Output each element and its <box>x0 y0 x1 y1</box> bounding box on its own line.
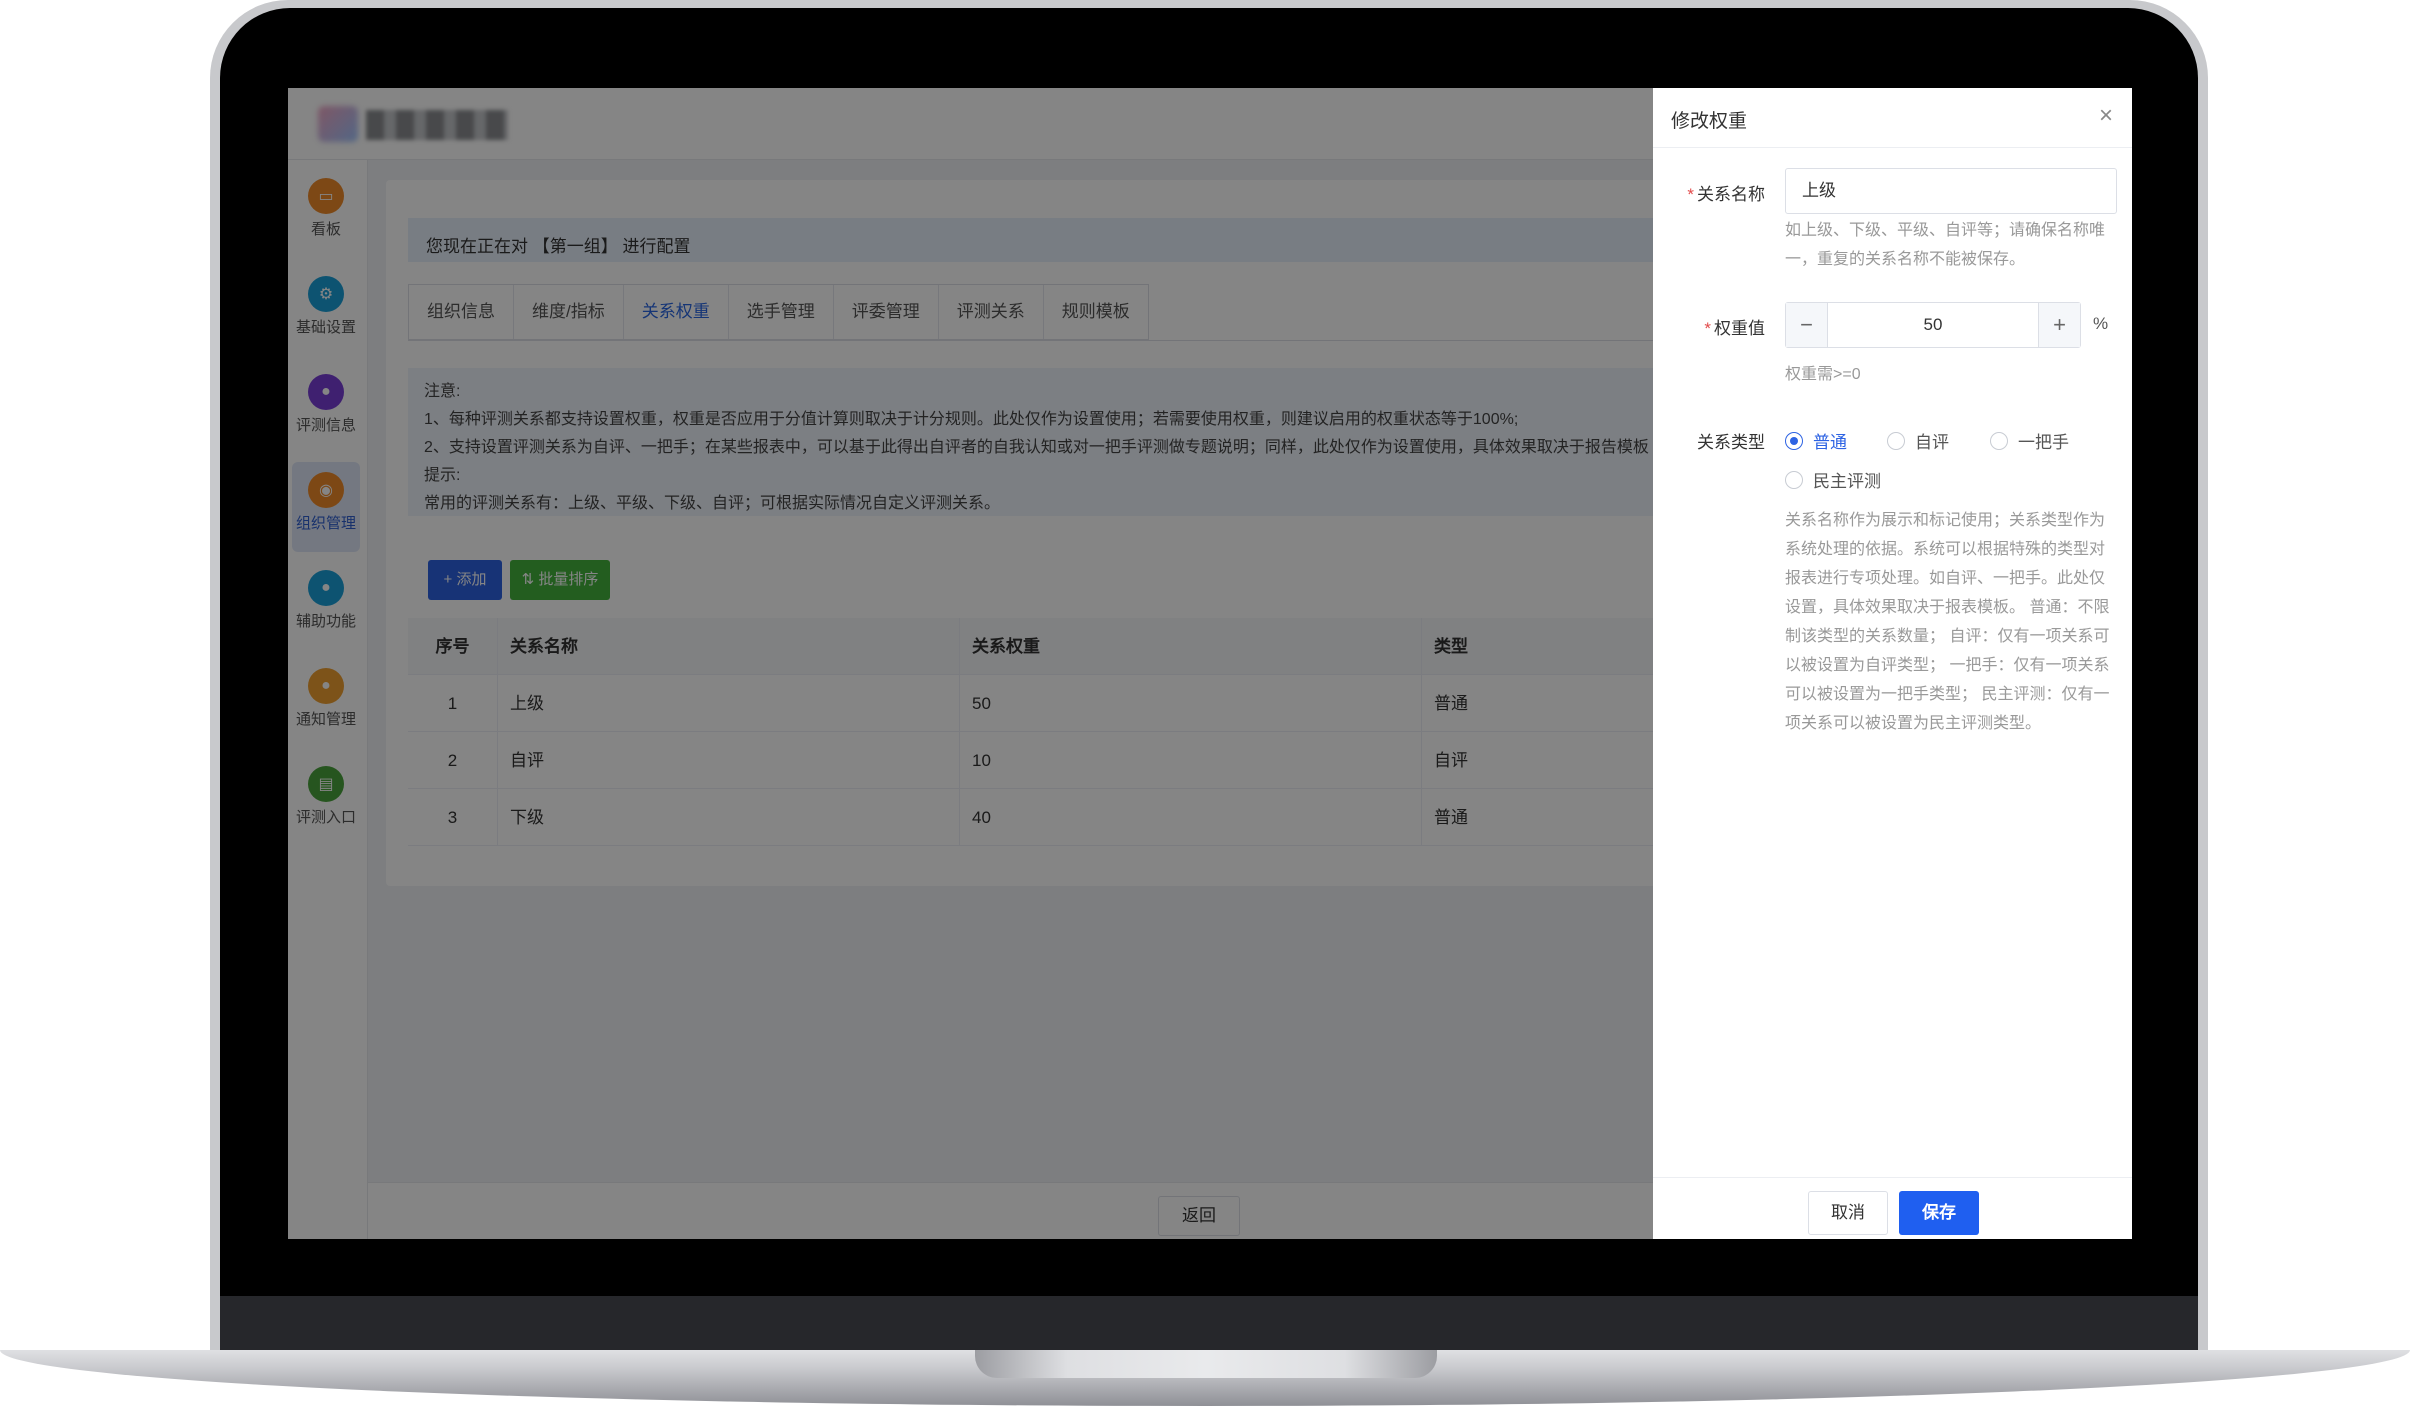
decrement-button[interactable]: − <box>1786 303 1828 347</box>
help-line: 可以被设置为一把手类型； 民主评测：仅有一 <box>1785 686 2110 703</box>
radio-dot <box>1785 470 1803 489</box>
help-line: 以被设置为自评类型； 一把手：仅有一项关系 <box>1785 657 2110 674</box>
close-icon[interactable]: × <box>2093 103 2119 129</box>
edit-weight-drawer: 修改权重 × * 关系名称 上级 如上级、下级、平级、自评等；请确保名称唯 一，重… <box>1653 88 2132 1239</box>
relation-name-help: 如上级、下级、平级、自评等；请确保名称唯 一，重复的关系名称不能被保存。 <box>1785 216 2105 274</box>
laptop-chin <box>220 1296 2198 1356</box>
radio-label: 民主评测 <box>1813 472 1881 491</box>
radio-democratic[interactable]: 民主评测 <box>1785 467 1881 492</box>
weight-input[interactable]: 50 <box>1828 303 2038 347</box>
help-line: 系统处理的依据。系统可以根据特殊的类型对 <box>1785 541 2106 558</box>
radio-self[interactable]: 自评 <box>1887 428 1949 453</box>
help-line: 一，重复的关系名称不能被保存。 <box>1785 251 2026 268</box>
weight-stepper: − 50 + <box>1785 302 2081 348</box>
relation-name-label-text: 关系名称 <box>1697 185 1765 204</box>
drawer-footer <box>1653 1177 2132 1239</box>
required-mark: * <box>1704 319 1711 338</box>
help-line: 制该类型的关系数量； 自评：仅有一项关系可 <box>1785 628 2110 645</box>
relation-type-label: 关系类型 <box>1697 433 1765 452</box>
laptop-notch <box>975 1350 1437 1378</box>
weight-help: 权重需>=0 <box>1785 366 1861 383</box>
help-line: 报表进行专项处理。如自评、一把手。此处仅 <box>1785 570 2106 587</box>
relation-type-help: 关系名称作为展示和标记使用；关系类型作为 系统处理的依据。系统可以根据特殊的类型… <box>1785 506 2109 738</box>
required-mark: * <box>1687 185 1694 204</box>
increment-button[interactable]: + <box>2038 303 2080 347</box>
radio-label: 自评 <box>1915 433 1949 452</box>
radio-dot <box>1785 431 1803 450</box>
radio-dot <box>1990 431 2008 450</box>
help-line: 设置，具体效果取决于报表模板。 普通：不限 <box>1785 599 2110 616</box>
weight-label-text: 权重值 <box>1714 319 1765 338</box>
weight-label: * 权重值 <box>1653 314 1765 339</box>
relation-name-input[interactable]: 上级 <box>1785 168 2117 214</box>
radio-dot <box>1887 431 1905 450</box>
radio-label: 普通 <box>1813 433 1847 452</box>
save-button[interactable]: 保存 <box>1899 1191 1979 1235</box>
cancel-button[interactable]: 取消 <box>1808 1191 1888 1235</box>
percent-unit: % <box>2093 314 2109 333</box>
relation-name-label: * 关系名称 <box>1653 180 1765 205</box>
help-line: 如上级、下级、平级、自评等；请确保名称唯 <box>1785 222 2106 239</box>
drawer-title: 修改权重 <box>1671 111 1748 132</box>
radio-normal[interactable]: 普通 <box>1785 428 1847 453</box>
radio-label: 一把手 <box>2018 433 2069 452</box>
help-line: 项关系可以被设置为民主评测类型。 <box>1785 715 2042 732</box>
screen: ▭ 看板 ⚙ 基础设置 ● 评测信息 ◉ 组织管理 ● 辅助功能 ● 通知管理 … <box>288 88 2132 1239</box>
help-line: 关系名称作为展示和标记使用；关系类型作为 <box>1785 512 2106 529</box>
radio-leader[interactable]: 一把手 <box>1990 428 2069 453</box>
drawer-header: 修改权重 × <box>1653 88 2132 148</box>
